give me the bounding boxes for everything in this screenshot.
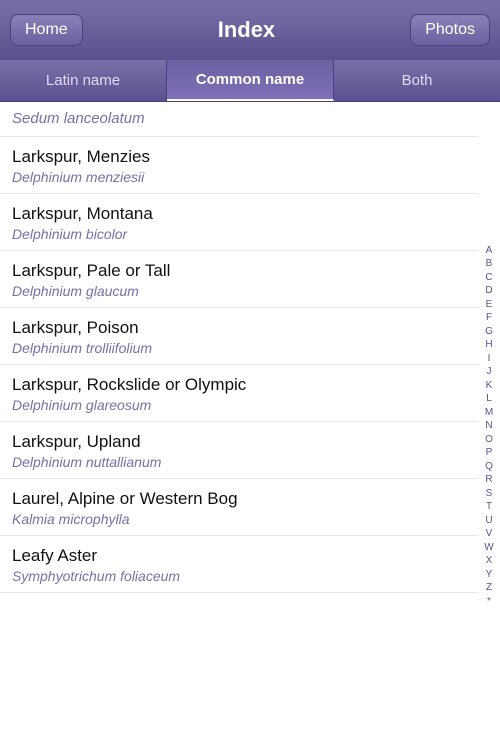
list-item: Laurel, Alpine or Western Bog Kalmia mic… — [0, 479, 478, 536]
alpha-h[interactable]: H — [485, 338, 492, 352]
tab-both[interactable]: Both — [334, 60, 500, 101]
common-name: Larkspur, Poison — [12, 318, 466, 338]
alpha-z[interactable]: Z — [486, 581, 492, 595]
latin-name-first: Sedum lanceolatum — [12, 110, 145, 127]
common-name: Larkspur, Pale or Tall — [12, 261, 466, 281]
list-item: Larkspur, Montana Delphinium bicolor — [0, 194, 478, 251]
alpha-v[interactable]: V — [486, 527, 493, 541]
list-item: Larkspur, Poison Delphinium trolliifoliu… — [0, 308, 478, 365]
alpha-w[interactable]: W — [484, 541, 493, 555]
header: Home Index Photos — [0, 0, 500, 60]
latin-name: Delphinium nuttallianum — [12, 454, 466, 470]
photos-button[interactable]: Photos — [410, 14, 490, 46]
alpha-s[interactable]: S — [486, 487, 493, 501]
list-item: Larkspur, Upland Delphinium nuttallianum — [0, 422, 478, 479]
latin-name: Delphinium trolliifolium — [12, 340, 466, 356]
alpha-r[interactable]: R — [485, 473, 492, 487]
common-name: Larkspur, Upland — [12, 432, 466, 452]
alpha-j[interactable]: J — [487, 365, 492, 379]
list-item: Larkspur, Pale or Tall Delphinium glaucu… — [0, 251, 478, 308]
alpha-t[interactable]: T — [486, 500, 492, 514]
alpha-d[interactable]: D — [485, 284, 492, 298]
latin-name: Delphinium glaucum — [12, 283, 466, 299]
alpha-a[interactable]: A — [486, 244, 493, 258]
common-name: Larkspur, Menzies — [12, 147, 466, 167]
alpha-l[interactable]: L — [486, 392, 492, 406]
alpha-y[interactable]: Y — [486, 568, 493, 582]
alpha-b[interactable]: B — [486, 257, 493, 271]
alpha-*[interactable]: * — [487, 595, 491, 609]
latin-name: Symphyotrichum foliaceum — [12, 568, 466, 584]
tab-common[interactable]: Common name — [167, 60, 334, 101]
alpha-p[interactable]: P — [486, 446, 493, 460]
latin-name: Delphinium bicolor — [12, 226, 466, 242]
plant-list: Sedum lanceolatum Larkspur, Menzies Delp… — [0, 102, 500, 593]
common-name: Larkspur, Montana — [12, 204, 466, 224]
common-name: Leafy Aster — [12, 546, 466, 566]
alpha-c[interactable]: C — [485, 271, 492, 285]
list-item: Leafy Aster Symphyotrichum foliaceum — [0, 536, 478, 593]
latin-name: Delphinium glareosum — [12, 397, 466, 413]
common-name: Laurel, Alpine or Western Bog — [12, 489, 466, 509]
list-item: Larkspur, Rockslide or Olympic Delphiniu… — [0, 365, 478, 422]
list-item: Larkspur, Menzies Delphinium menziesii — [0, 137, 478, 194]
alpha-g[interactable]: G — [485, 325, 493, 339]
tab-latin[interactable]: Latin name — [0, 60, 167, 101]
alpha-n[interactable]: N — [485, 419, 492, 433]
alpha-x[interactable]: X — [486, 554, 493, 568]
alpha-i[interactable]: I — [488, 352, 491, 366]
alpha-e[interactable]: E — [486, 298, 493, 312]
alpha-q[interactable]: Q — [485, 460, 493, 474]
alphabet-sidebar: ABCDEFGHIJKLMNOPQRSTUVWXYZ* — [478, 102, 500, 750]
page-title: Index — [218, 17, 275, 43]
alpha-o[interactable]: O — [485, 433, 493, 447]
latin-name: Delphinium menziesii — [12, 169, 466, 185]
alpha-m[interactable]: M — [485, 406, 493, 420]
common-name: Larkspur, Rockslide or Olympic — [12, 375, 466, 395]
alpha-u[interactable]: U — [485, 514, 492, 528]
list-item-first: Sedum lanceolatum — [0, 102, 478, 137]
tab-bar: Latin name Common name Both — [0, 60, 500, 102]
content-area: ABCDEFGHIJKLMNOPQRSTUVWXYZ* Sedum lanceo… — [0, 102, 500, 750]
alpha-f[interactable]: F — [486, 311, 492, 325]
home-button[interactable]: Home — [10, 14, 83, 46]
alpha-k[interactable]: K — [486, 379, 493, 393]
latin-name: Kalmia microphylla — [12, 511, 466, 527]
